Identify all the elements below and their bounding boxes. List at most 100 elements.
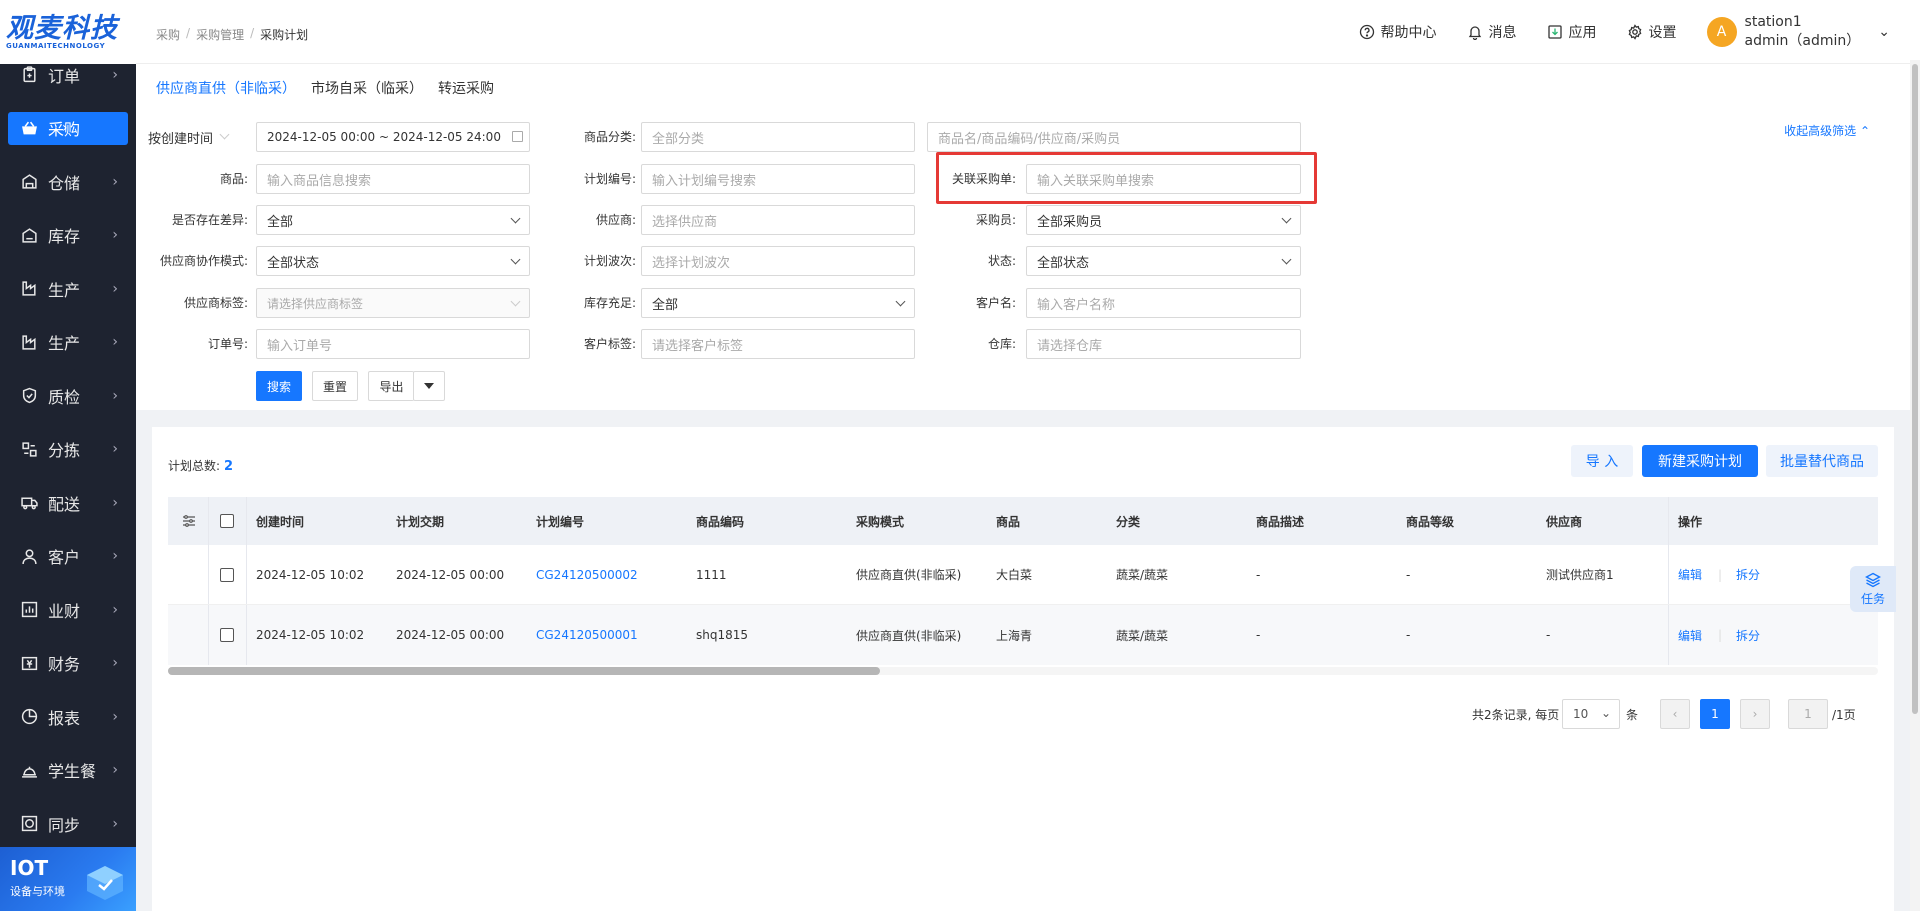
buyer-select[interactable]: 全部采购员 [1026,205,1301,235]
sidebar-item-order[interactable]: 订单 › [0,48,136,102]
breadcrumb-separator: / [186,26,191,40]
sidebar-item-student-meal[interactable]: 学生餐 › [0,744,136,798]
page-1-button[interactable]: 1 [1700,699,1730,729]
help-center-button[interactable]: 帮助中心 [1359,22,1437,42]
column-settings-button[interactable] [182,497,196,545]
warehouse-select[interactable]: 请选择仓库 [1026,329,1301,359]
sidebar-item-purchase[interactable]: 采购 › [0,102,136,156]
keyword-search-input[interactable]: 商品名/商品编码/供应商/采购员 [927,122,1301,152]
breadcrumb-item[interactable]: 采购管理 [196,26,244,43]
category-cell: 蔬菜/蔬菜 [1116,628,1169,643]
column-header[interactable]: 计划编号 [536,497,584,545]
page-scrollbar[interactable] [1910,60,1920,911]
stock-sufficient-select[interactable]: 全部 [641,288,915,318]
coop-mode-label: 供应商协作模式: [159,254,248,268]
export-button[interactable]: 导出 [368,371,414,401]
column-header[interactable]: 商品描述 [1256,497,1304,545]
column-header[interactable]: 商品 [996,497,1020,545]
goods-code-cell: shq1815 [696,628,749,642]
sidebar-item-production-2[interactable]: 生产 › [0,316,136,370]
tab-market-self-purchase[interactable]: 市场自采（临采） [311,78,423,108]
batch-replace-goods-button[interactable]: 批量替代商品 [1766,445,1878,477]
sidebar-item-customer[interactable]: 客户 › [0,530,136,584]
header-actions: 帮助中心 消息 应用 设置 A station1 admin（admin） ⌄ [1359,0,1890,64]
sidebar-item-finance[interactable]: 财务 › [0,637,136,691]
edit-link[interactable]: 编辑 [1678,605,1702,665]
order-no-input[interactable]: 输入订单号 [256,329,530,359]
factory-icon [20,333,38,351]
category-select[interactable]: 全部分类 [641,122,915,152]
column-header[interactable]: 分类 [1116,497,1140,545]
user-menu[interactable]: A station1 admin（admin） ⌄ [1706,13,1890,51]
next-page-button[interactable]: › [1740,699,1770,729]
sidebar-item-production-1[interactable]: 生产 › [0,262,136,316]
column-header[interactable]: 采购模式 [856,497,904,545]
split-link[interactable]: 拆分 [1736,605,1760,665]
diff-select[interactable]: 全部 [256,205,530,235]
scrollbar-thumb[interactable] [168,667,880,675]
new-purchase-plan-button[interactable]: 新建采购计划 [1642,445,1758,477]
breadcrumb-item[interactable]: 采购 [156,26,180,43]
supplier-tag-select[interactable]: 请选择供应商标签 [256,288,530,318]
status-select[interactable]: 全部状态 [1026,246,1301,276]
table-horizontal-scrollbar[interactable] [168,667,1878,675]
column-header[interactable]: 创建时间 [256,497,304,545]
plan-no-input[interactable]: 输入计划编号搜索 [641,164,915,194]
plan-total-label: 计划总数: [168,459,221,473]
page-jump-input[interactable]: 1 [1788,699,1828,729]
prev-page-button[interactable]: ‹ [1660,699,1690,729]
clipboard-icon [20,66,38,84]
sidebar-item-storage[interactable]: 仓储 › [0,155,136,209]
coop-mode-select[interactable]: 全部状态 [256,246,530,276]
scrollbar-thumb[interactable] [1912,64,1918,714]
export-dropdown-button[interactable] [413,371,445,401]
iot-entry[interactable]: IOT 设备与环境 [0,847,136,911]
select-all-checkbox[interactable] [220,497,234,545]
sidebar-item-sync[interactable]: 同步 › [0,797,136,851]
search-button[interactable]: 搜索 [256,371,302,401]
plan-no-link[interactable]: CG24120500002 [536,545,638,604]
sidebar-item-label: 生产 [48,334,81,354]
page-size-select[interactable]: 10 ⌄ [1562,699,1620,729]
plan-no-link[interactable]: CG24120500001 [536,605,638,665]
settings-button[interactable]: 设置 [1627,22,1677,42]
goods-grade-cell: - [1406,567,1411,582]
edit-link[interactable]: 编辑 [1678,545,1702,604]
column-header[interactable]: 商品编码 [696,497,744,545]
stock-sufficient-label: 库存充足: [583,296,636,310]
supplier-select[interactable]: 选择供应商 [641,205,915,235]
column-header[interactable]: 商品等级 [1406,497,1454,545]
created-time-cell: 2024-12-05 10:02 [256,567,365,582]
sidebar-item-quality[interactable]: 质检 › [0,369,136,423]
sidebar-item-sorting[interactable]: 分拣 › [0,423,136,477]
wave-select[interactable]: 选择计划波次 [641,246,915,276]
column-header[interactable]: 供应商 [1546,497,1582,545]
apps-button[interactable]: 应用 [1547,22,1597,42]
collapse-advanced-filter-link[interactable]: 收起高级筛选 ⌃ [1784,122,1870,139]
date-type-select[interactable]: 按创建时间 [148,122,238,152]
sort-icon [20,440,38,458]
split-link[interactable]: 拆分 [1736,545,1760,604]
column-header[interactable]: 计划交期 [396,497,444,545]
checkbox-box [220,514,234,528]
sidebar-item-delivery[interactable]: 配送 › [0,476,136,530]
row-checkbox[interactable] [220,545,234,604]
sidebar-item-inventory[interactable]: 库存 › [0,209,136,263]
task-float-button[interactable]: 任务 [1850,566,1896,612]
messages-button[interactable]: 消息 [1467,22,1517,42]
sidebar-item-label: 客户 [48,548,81,568]
tab-supplier-direct[interactable]: 供应商直供（非临采） [156,78,296,110]
sidebar-item-business-finance[interactable]: 业财 › [0,583,136,637]
table-header: 创建时间 计划交期 计划编号 商品编码 采购模式 商品 分类 商品描述 商品等级… [168,497,1878,545]
goods-search-input[interactable]: 输入商品信息搜索 [256,164,530,194]
reset-button[interactable]: 重置 [312,371,358,401]
sync-icon [20,815,38,833]
import-button[interactable]: 导 入 [1571,445,1633,477]
sidebar-item-reports[interactable]: 报表 › [0,690,136,744]
customer-name-input[interactable]: 输入客户名称 [1026,288,1301,318]
row-checkbox[interactable] [220,605,234,665]
goods-desc-cell: - [1256,628,1261,642]
date-range-picker[interactable]: 2024-12-05 00:00 ~ 2024-12-05 24:00 [256,122,530,152]
customer-tag-select[interactable]: 请选择客户标签 [641,329,915,359]
tab-transfer-purchase[interactable]: 转运采购 [438,78,494,108]
